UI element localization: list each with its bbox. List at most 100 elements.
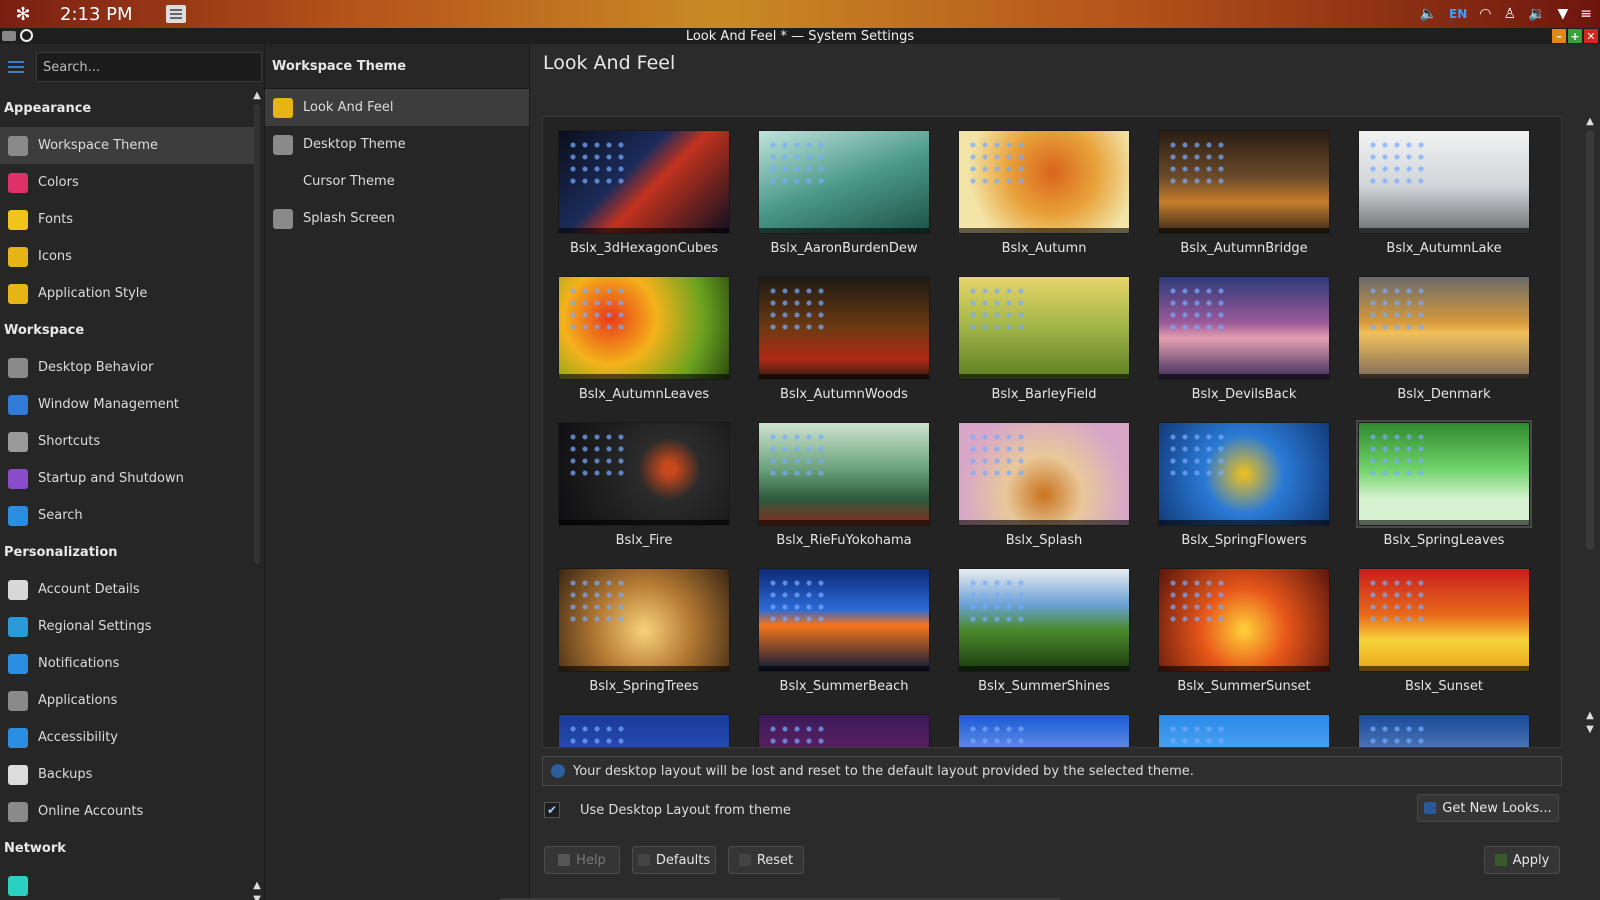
theme-tile[interactable]: Bslx_DevilsBack xyxy=(1158,276,1330,408)
theme-preview-image[interactable] xyxy=(1358,568,1530,672)
sidebar-item-partial[interactable] xyxy=(0,867,255,900)
scroll-up-icon[interactable]: ▲ xyxy=(252,880,262,894)
theme-preview-image[interactable] xyxy=(1158,422,1330,526)
theme-preview-image[interactable] xyxy=(558,568,730,672)
scroll-thumb[interactable] xyxy=(1586,130,1594,550)
theme-preview-image[interactable] xyxy=(958,130,1130,234)
close-button[interactable]: ✕ xyxy=(1584,29,1598,43)
subcategory-item-look-and-feel[interactable]: Look And Feel xyxy=(265,89,529,126)
theme-preview-image[interactable] xyxy=(1358,276,1530,380)
sidebar-item-accessibility[interactable]: Accessibility xyxy=(0,719,255,756)
subcategory-item-cursor-theme[interactable]: Cursor Theme xyxy=(265,163,529,200)
theme-tile[interactable]: Bslx_3dHexagonCubes xyxy=(558,130,730,262)
search-input[interactable] xyxy=(36,52,262,82)
application-launcher[interactable]: ✻ xyxy=(0,0,46,28)
theme-preview-image[interactable] xyxy=(1358,714,1530,747)
hamburger-menu-icon[interactable] xyxy=(8,61,24,73)
sidebar-item-icons[interactable]: Icons xyxy=(0,238,255,275)
theme-preview-image[interactable] xyxy=(558,422,730,526)
theme-tile[interactable]: Bslx_SpringFlowers xyxy=(1158,422,1330,554)
sidebar-item-online-accounts[interactable]: Online Accounts xyxy=(0,793,255,830)
theme-tile[interactable] xyxy=(958,714,1130,747)
theme-preview-image[interactable] xyxy=(1356,420,1532,528)
sidebar-scrollbar[interactable]: ▲ ▲ ▼ xyxy=(252,90,262,900)
theme-preview-image[interactable] xyxy=(558,714,730,747)
theme-tile[interactable]: Bslx_Autumn xyxy=(958,130,1130,262)
sidebar-item-window-management[interactable]: Window Management xyxy=(0,386,255,423)
sidebar-item-regional-settings[interactable]: Regional Settings xyxy=(0,608,255,645)
theme-grid-view[interactable]: Bslx_3dHexagonCubes Bslx_AaronBurdenDew Bs… xyxy=(542,116,1562,748)
theme-tile[interactable] xyxy=(558,714,730,747)
theme-tile[interactable]: Bslx_Splash xyxy=(958,422,1130,554)
defaults-button[interactable]: Defaults xyxy=(632,846,716,874)
maximize-button[interactable]: + xyxy=(1568,29,1582,43)
theme-tile[interactable]: Bslx_SpringLeaves xyxy=(1356,420,1532,554)
theme-preview-image[interactable] xyxy=(558,276,730,380)
theme-tile[interactable]: Bslx_SummerBeach xyxy=(758,568,930,700)
subcategory-item-desktop-theme[interactable]: Desktop Theme xyxy=(265,126,529,163)
sidebar-item-search[interactable]: Search xyxy=(0,497,255,534)
window-menu-icon[interactable] xyxy=(2,30,16,41)
sidebar-item-desktop-behavior[interactable]: Desktop Behavior xyxy=(0,349,255,386)
theme-tile[interactable]: Bslx_Fire xyxy=(558,422,730,554)
theme-tile[interactable]: Bslx_AaronBurdenDew xyxy=(758,130,930,262)
scroll-up-icon[interactable]: ▲ xyxy=(1584,710,1596,724)
theme-preview-image[interactable] xyxy=(1158,714,1330,747)
user-icon[interactable]: ♙ xyxy=(1503,6,1516,22)
panel-menu-icon[interactable]: ≡ xyxy=(1580,6,1592,22)
get-new-looks-button[interactable]: Get New Looks... xyxy=(1417,794,1559,822)
theme-preview-image[interactable] xyxy=(958,568,1130,672)
keyboard-layout[interactable]: EN xyxy=(1449,7,1467,21)
theme-preview-image[interactable] xyxy=(958,276,1130,380)
theme-preview-image[interactable] xyxy=(758,276,930,380)
theme-preview-image[interactable] xyxy=(758,714,930,747)
pin-icon[interactable] xyxy=(20,29,33,42)
theme-preview-image[interactable] xyxy=(758,422,930,526)
theme-tile[interactable]: Bslx_SummerShines xyxy=(958,568,1130,700)
theme-preview-image[interactable] xyxy=(758,130,930,234)
sidebar-item-application-style[interactable]: Application Style xyxy=(0,275,255,312)
sidebar-item-notifications[interactable]: Notifications xyxy=(0,645,255,682)
clock[interactable]: 2:13 PM xyxy=(60,4,142,25)
theme-tile[interactable]: Bslx_AutumnLeaves xyxy=(558,276,730,408)
use-desktop-layout-label[interactable]: Use Desktop Layout from theme xyxy=(580,803,791,818)
volume-icon[interactable]: 🔈 xyxy=(1420,6,1437,22)
theme-tile[interactable]: Bslx_Denmark xyxy=(1358,276,1530,408)
use-desktop-layout-row[interactable]: ✔ Use Desktop Layout from theme xyxy=(544,802,791,818)
help-button[interactable]: Help xyxy=(544,846,620,874)
theme-tile[interactable]: Bslx_SummerSunset xyxy=(1158,568,1330,700)
theme-tile[interactable]: Bslx_AutumnBridge xyxy=(1158,130,1330,262)
theme-tile[interactable] xyxy=(1158,714,1330,747)
tray-expand-icon[interactable]: ▼ xyxy=(1557,6,1568,22)
theme-tile[interactable] xyxy=(1358,714,1530,747)
theme-preview-image[interactable] xyxy=(1358,130,1530,234)
reset-button[interactable]: Reset xyxy=(728,846,804,874)
subcategory-item-splash-screen[interactable]: Splash Screen xyxy=(265,200,529,237)
audio-icon[interactable]: 🔉 xyxy=(1528,6,1545,22)
scroll-thumb[interactable] xyxy=(254,104,260,564)
sidebar-item-shortcuts[interactable]: Shortcuts xyxy=(0,423,255,460)
taskbar-system-settings-icon[interactable] xyxy=(166,5,186,23)
theme-preview-image[interactable] xyxy=(1158,130,1330,234)
sidebar-item-backups[interactable]: Backups xyxy=(0,756,255,793)
sidebar-item-applications[interactable]: Applications xyxy=(0,682,255,719)
scroll-down-icon[interactable]: ▼ xyxy=(252,894,262,900)
scroll-down-icon[interactable]: ▼ xyxy=(1584,724,1596,738)
theme-preview-image[interactable] xyxy=(558,130,730,234)
theme-tile[interactable]: Bslx_AutumnWoods xyxy=(758,276,930,408)
wifi-icon[interactable]: ◠ xyxy=(1479,6,1491,22)
minimize-button[interactable]: – xyxy=(1552,29,1566,43)
window-titlebar[interactable]: Look And Feel * — System Settings – + ✕ xyxy=(0,28,1600,44)
grid-scrollbar[interactable]: ▲ ▲ ▼ xyxy=(1584,116,1596,748)
sidebar-item-startup-and-shutdown[interactable]: Startup and Shutdown xyxy=(0,460,255,497)
theme-preview-image[interactable] xyxy=(1158,568,1330,672)
theme-tile[interactable]: Bslx_AutumnLake xyxy=(1358,130,1530,262)
scroll-up-icon[interactable]: ▲ xyxy=(252,90,262,104)
scroll-up-icon[interactable]: ▲ xyxy=(1584,116,1596,130)
sidebar-item-account-details[interactable]: Account Details xyxy=(0,571,255,608)
sidebar-item-colors[interactable]: Colors xyxy=(0,164,255,201)
theme-preview-image[interactable] xyxy=(758,568,930,672)
theme-tile[interactable]: Bslx_SpringTrees xyxy=(558,568,730,700)
sidebar-item-fonts[interactable]: Fonts xyxy=(0,201,255,238)
theme-preview-image[interactable] xyxy=(1158,276,1330,380)
